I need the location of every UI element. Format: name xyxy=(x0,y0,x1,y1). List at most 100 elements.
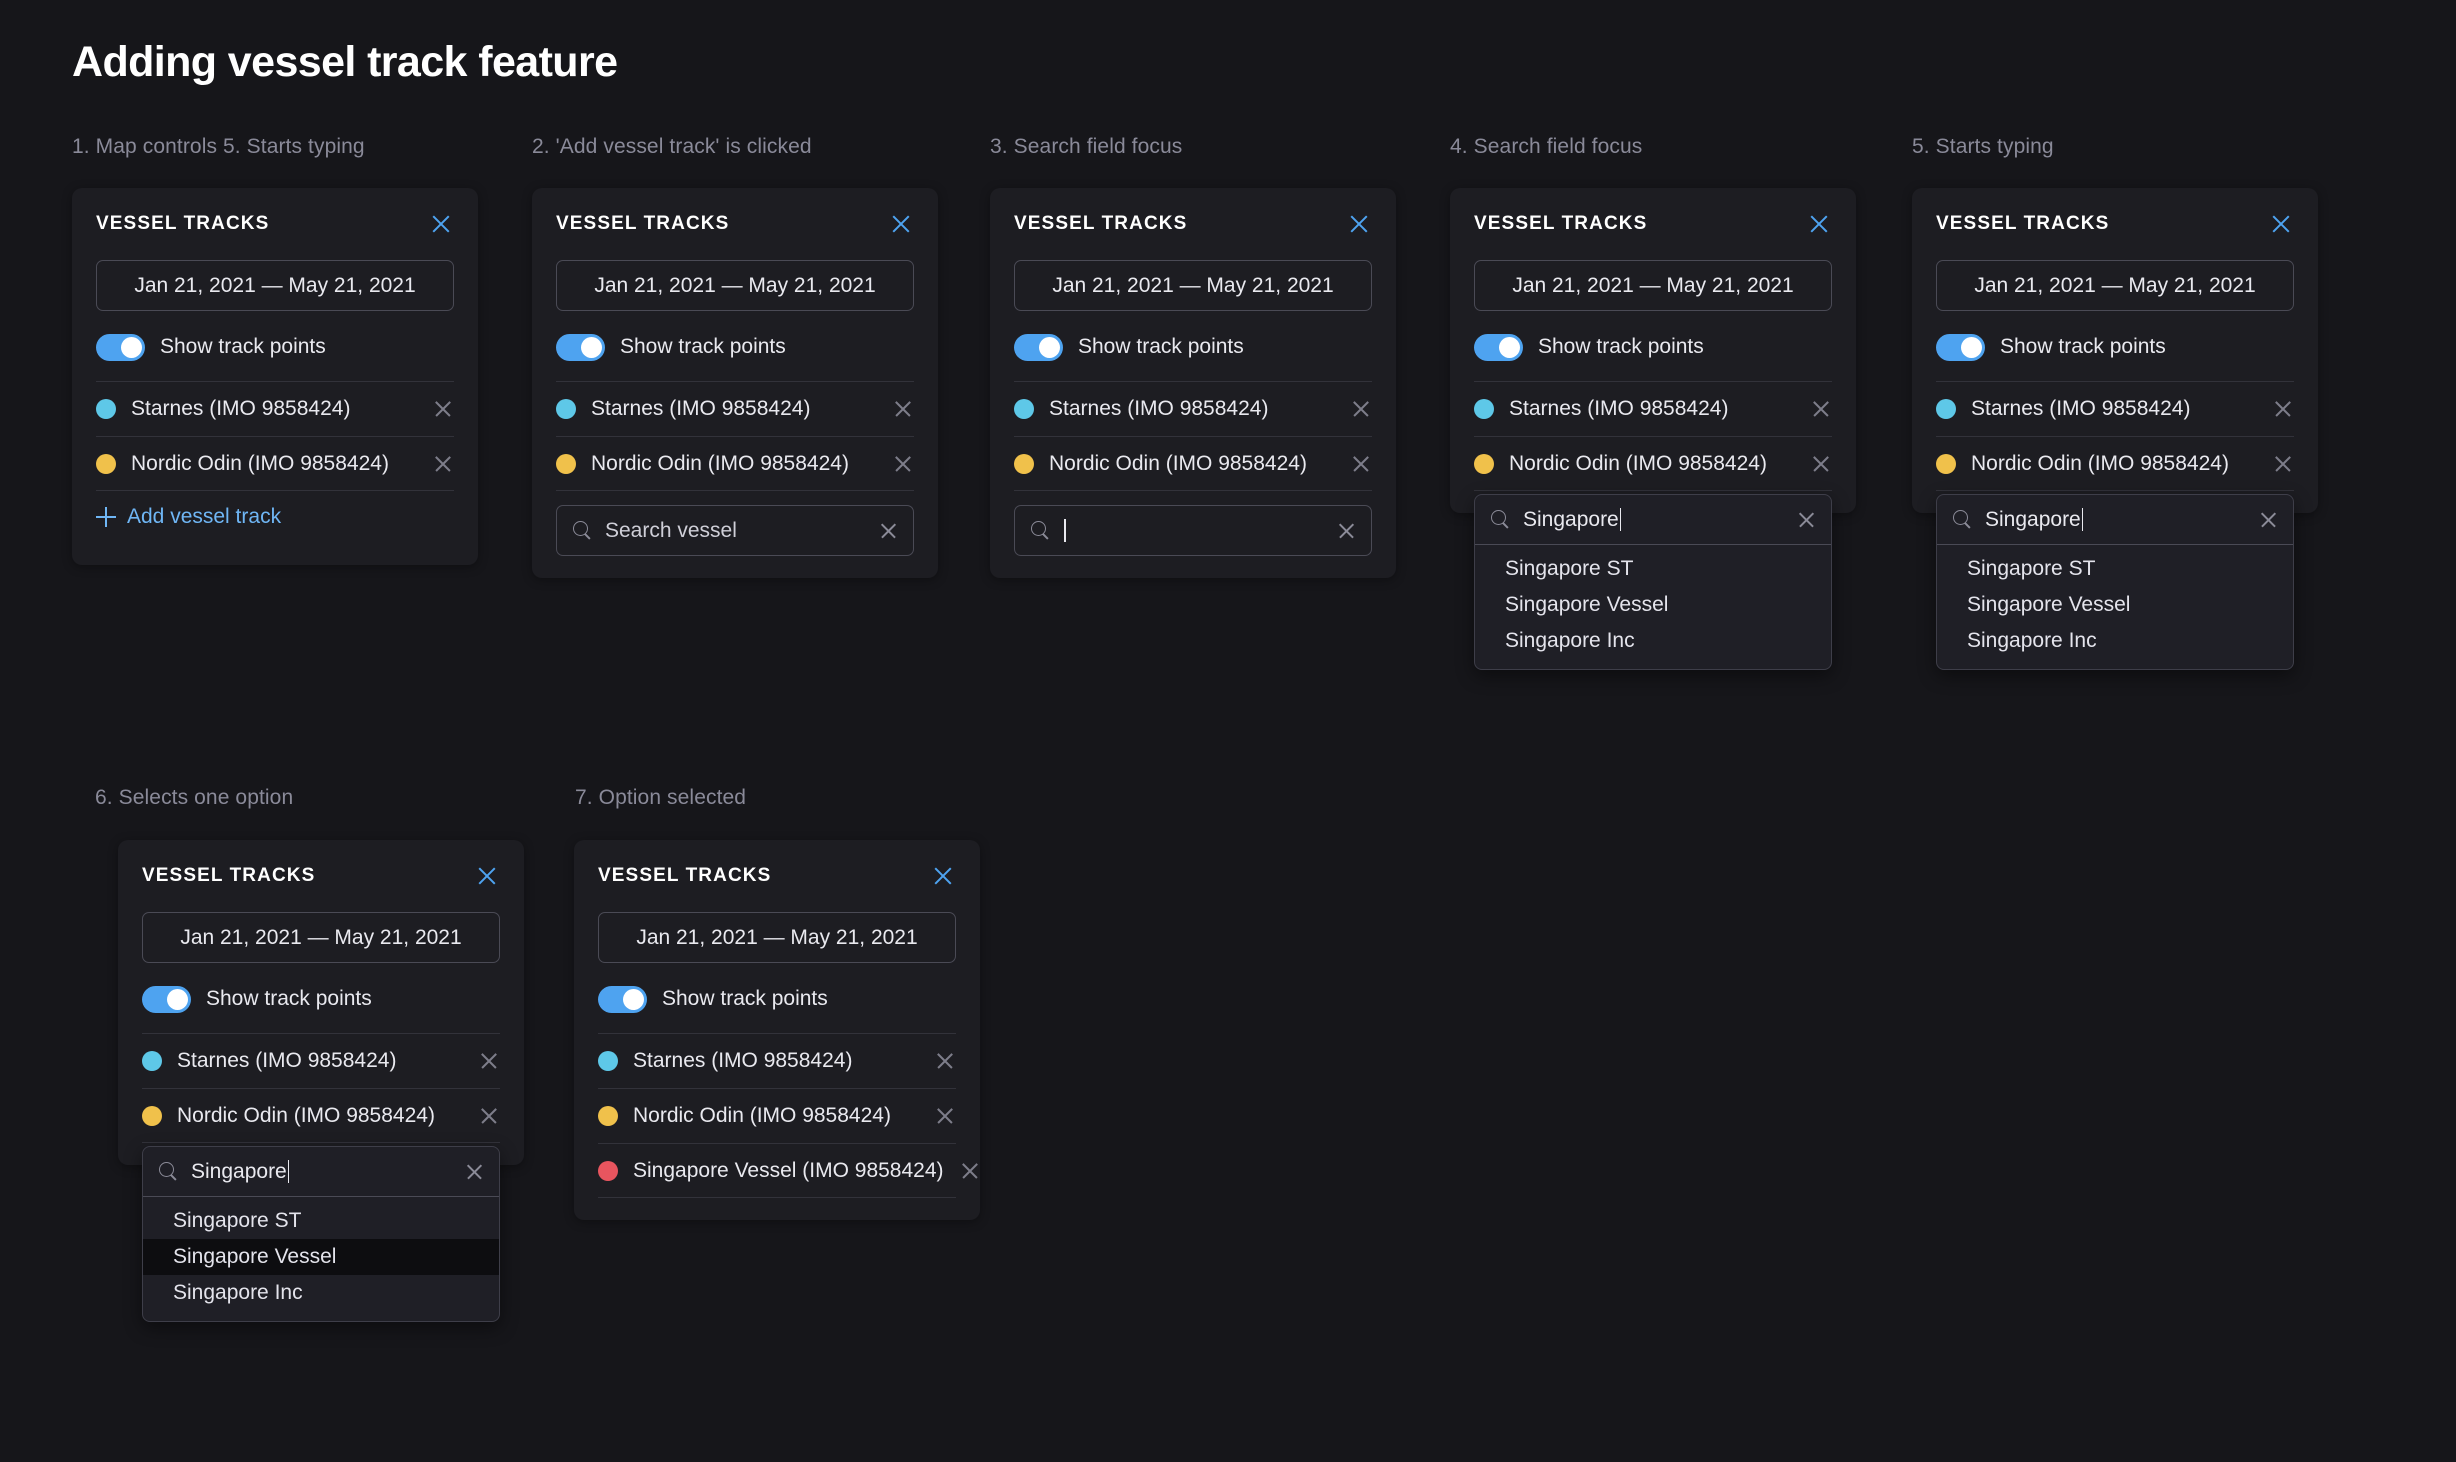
toggle-label: Show track points xyxy=(160,335,326,358)
search-vessel-input[interactable]: Singapore xyxy=(1937,495,2293,545)
vessel-color-dot xyxy=(598,1160,618,1181)
vessel-row: Singapore Vessel (IMO 9858424) xyxy=(598,1143,956,1198)
close-icon[interactable] xyxy=(1346,211,1372,237)
clear-icon[interactable] xyxy=(879,521,898,540)
vessel-row: Nordic Odin (IMO 9858424) xyxy=(96,436,454,491)
card-header: VESSEL TRACKS xyxy=(598,862,956,890)
toggle-knob xyxy=(1499,336,1520,358)
show-track-points-toggle[interactable] xyxy=(598,985,647,1013)
suggestion-item[interactable]: Singapore ST xyxy=(1937,551,2293,587)
date-range-field[interactable]: Jan 21, 2021 — May 21, 2021 xyxy=(1936,260,2294,311)
search-value-text: Singapore xyxy=(1985,508,2246,532)
remove-vessel-icon[interactable] xyxy=(432,453,454,475)
step-label-7: 7. Option selected xyxy=(575,786,747,809)
remove-vessel-icon[interactable] xyxy=(934,1050,956,1072)
show-track-points-toggle[interactable] xyxy=(556,333,605,361)
remove-vessel-icon[interactable] xyxy=(2272,398,2294,420)
search-vessel-input[interactable]: Search vessel xyxy=(556,505,914,556)
remove-vessel-icon[interactable] xyxy=(432,398,454,420)
vessel-row: Nordic Odin (IMO 9858424) xyxy=(1474,436,1832,491)
vessel-color-dot xyxy=(1474,453,1494,474)
add-vessel-track-button[interactable]: Add vessel track xyxy=(96,491,454,543)
search-value-text xyxy=(1063,519,1324,542)
suggestion-item[interactable]: Singapore ST xyxy=(143,1203,499,1239)
remove-vessel-icon[interactable] xyxy=(478,1050,500,1072)
toggle-knob xyxy=(623,988,644,1010)
show-track-points-toggle[interactable] xyxy=(1474,333,1523,361)
close-icon[interactable] xyxy=(474,863,500,889)
toggle-label: Show track points xyxy=(1538,335,1704,358)
remove-vessel-icon[interactable] xyxy=(1350,453,1372,475)
vessel-row: Starnes (IMO 9858424) xyxy=(1936,381,2294,436)
card-title: VESSEL TRACKS xyxy=(1014,213,1188,234)
close-icon[interactable] xyxy=(888,211,914,237)
date-range-field[interactable]: Jan 21, 2021 — May 21, 2021 xyxy=(598,912,956,963)
plus-icon xyxy=(96,507,116,527)
toggle-knob xyxy=(121,336,142,358)
suggestion-item[interactable]: Singapore Vessel xyxy=(1475,587,1831,623)
close-icon[interactable] xyxy=(428,211,454,237)
remove-vessel-icon[interactable] xyxy=(1350,398,1372,420)
suggestion-item[interactable]: Singapore Inc xyxy=(1475,623,1831,659)
suggestion-item[interactable]: Singapore Vessel xyxy=(1937,587,2293,623)
date-range-field[interactable]: Jan 21, 2021 — May 21, 2021 xyxy=(556,260,914,311)
show-track-points-row: Show track points xyxy=(598,983,956,1015)
toggle-label: Show track points xyxy=(662,987,828,1010)
close-icon[interactable] xyxy=(2268,211,2294,237)
vessel-color-dot xyxy=(1014,399,1034,419)
vessel-name: Nordic Odin (IMO 9858424) xyxy=(1971,451,2229,475)
card-title: VESSEL TRACKS xyxy=(96,213,270,234)
remove-vessel-icon[interactable] xyxy=(934,1105,956,1127)
remove-vessel-icon[interactable] xyxy=(892,453,914,475)
card-title: VESSEL TRACKS xyxy=(556,213,730,234)
card-header: VESSEL TRACKS xyxy=(142,862,500,890)
step-label-4: 4. Search field focus xyxy=(1450,135,1643,158)
remove-vessel-icon[interactable] xyxy=(959,1160,981,1182)
close-icon[interactable] xyxy=(1806,211,1832,237)
show-track-points-row: Show track points xyxy=(1474,331,1832,363)
suggestion-item[interactable]: Singapore ST xyxy=(1475,551,1831,587)
search-value-text: Singapore xyxy=(191,1160,452,1184)
date-range-field[interactable]: Jan 21, 2021 — May 21, 2021 xyxy=(1474,260,1832,311)
search-icon xyxy=(1491,510,1510,529)
date-range-field[interactable]: Jan 21, 2021 — May 21, 2021 xyxy=(142,912,500,963)
search-vessel-input[interactable] xyxy=(1014,505,1372,556)
show-track-points-toggle[interactable] xyxy=(142,985,191,1013)
clear-icon[interactable] xyxy=(465,1162,484,1181)
step-label-2: 2. 'Add vessel track' is clicked xyxy=(532,135,812,158)
date-range-field[interactable]: Jan 21, 2021 — May 21, 2021 xyxy=(96,260,454,311)
card-title: VESSEL TRACKS xyxy=(1936,213,2110,234)
clear-icon[interactable] xyxy=(1797,510,1816,529)
clear-icon[interactable] xyxy=(2259,510,2278,529)
clear-icon[interactable] xyxy=(1337,521,1356,540)
remove-vessel-icon[interactable] xyxy=(478,1105,500,1127)
suggestion-list: Singapore ST Singapore Vessel Singapore … xyxy=(1475,545,1831,669)
date-range-field[interactable]: Jan 21, 2021 — May 21, 2021 xyxy=(1014,260,1372,311)
step-label-5: 5. Starts typing xyxy=(1912,135,2054,158)
vessel-row: Starnes (IMO 9858424) xyxy=(598,1033,956,1088)
remove-vessel-icon[interactable] xyxy=(1810,453,1832,475)
suggestion-item[interactable]: Singapore Inc xyxy=(143,1275,499,1311)
vessel-search-combobox-6: Singapore Singapore ST Singapore Vessel … xyxy=(142,1146,500,1322)
search-icon xyxy=(573,521,592,540)
show-track-points-row: Show track points xyxy=(142,983,500,1015)
remove-vessel-icon[interactable] xyxy=(1810,398,1832,420)
close-icon[interactable] xyxy=(930,863,956,889)
toggle-knob xyxy=(1039,336,1060,358)
vessel-color-dot xyxy=(96,399,116,419)
show-track-points-toggle[interactable] xyxy=(96,333,145,361)
show-track-points-toggle[interactable] xyxy=(1936,333,1985,361)
card-title: VESSEL TRACKS xyxy=(598,865,772,886)
vessel-color-dot xyxy=(1936,453,1956,474)
search-vessel-input[interactable]: Singapore xyxy=(143,1147,499,1197)
remove-vessel-icon[interactable] xyxy=(2272,453,2294,475)
search-vessel-input[interactable]: Singapore xyxy=(1475,495,1831,545)
remove-vessel-icon[interactable] xyxy=(892,398,914,420)
suggestion-item[interactable]: Singapore Inc xyxy=(1937,623,2293,659)
suggestion-item-hovered[interactable]: Singapore Vessel xyxy=(143,1239,499,1275)
toggle-label: Show track points xyxy=(206,987,372,1010)
text-caret xyxy=(1064,519,1066,542)
show-track-points-toggle[interactable] xyxy=(1014,333,1063,361)
suggestion-list: Singapore ST Singapore Vessel Singapore … xyxy=(1937,545,2293,669)
vessel-name: Starnes (IMO 9858424) xyxy=(177,1049,397,1072)
